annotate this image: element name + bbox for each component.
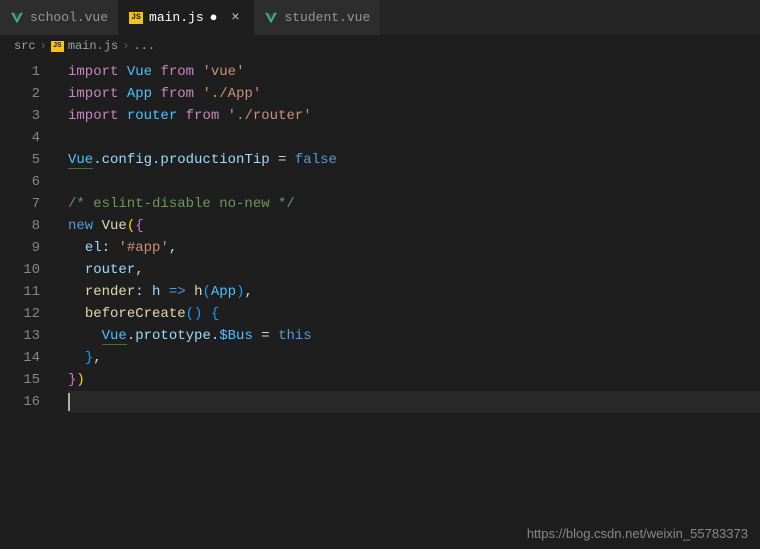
editor-area[interactable]: 1 2 3 4 5 6 7 8 9 10 11 12 13 14 15 16 i… <box>0 57 760 549</box>
line-number: 9 <box>0 237 58 259</box>
code-line: router, <box>68 259 760 281</box>
line-number-gutter: 1 2 3 4 5 6 7 8 9 10 11 12 13 14 15 16 <box>0 57 58 549</box>
close-icon[interactable]: × <box>227 10 243 26</box>
line-number: 1 <box>0 61 58 83</box>
vue-icon <box>264 11 278 25</box>
code-line <box>68 391 760 413</box>
chevron-right-icon: › <box>40 39 47 53</box>
line-number: 7 <box>0 193 58 215</box>
line-number: 2 <box>0 83 58 105</box>
js-icon: JS <box>129 12 143 24</box>
code-line: el: '#app', <box>68 237 760 259</box>
line-number: 14 <box>0 347 58 369</box>
code-line: /* eslint-disable no-new */ <box>68 193 760 215</box>
chevron-right-icon: › <box>122 39 129 53</box>
line-number: 8 <box>0 215 58 237</box>
breadcrumb-segment: main.js <box>68 39 118 53</box>
tab-label: main.js <box>149 10 204 25</box>
line-number: 10 <box>0 259 58 281</box>
code-line: }) <box>68 369 760 391</box>
line-number: 12 <box>0 303 58 325</box>
js-icon: JS <box>51 41 64 52</box>
code-line: Vue.config.productionTip = false <box>68 149 760 171</box>
line-number: 3 <box>0 105 58 127</box>
tab-student-vue[interactable]: student.vue <box>254 0 381 35</box>
tab-label: school.vue <box>30 10 108 25</box>
code-content[interactable]: import Vue from 'vue' import App from '.… <box>58 57 760 549</box>
code-line: import App from './App' <box>68 83 760 105</box>
line-number: 15 <box>0 369 58 391</box>
text-cursor <box>68 393 70 411</box>
code-line: }, <box>68 347 760 369</box>
line-number: 5 <box>0 149 58 171</box>
breadcrumb-segment: ... <box>133 39 155 53</box>
line-number: 11 <box>0 281 58 303</box>
breadcrumb[interactable]: src › JS main.js › ... <box>0 35 760 57</box>
code-line <box>68 127 760 149</box>
code-line: new Vue({ <box>68 215 760 237</box>
code-line: import Vue from 'vue' <box>68 61 760 83</box>
watermark: https://blog.csdn.net/weixin_55783373 <box>527 526 748 541</box>
line-number: 13 <box>0 325 58 347</box>
vue-icon <box>10 11 24 25</box>
line-number: 4 <box>0 127 58 149</box>
tab-school-vue[interactable]: school.vue <box>0 0 119 35</box>
code-line: beforeCreate() { <box>68 303 760 325</box>
breadcrumb-segment: src <box>14 39 36 53</box>
dirty-indicator: ● <box>210 10 218 25</box>
line-number: 16 <box>0 391 58 413</box>
tab-label: student.vue <box>284 10 370 25</box>
code-line: render: h => h(App), <box>68 281 760 303</box>
tab-bar: school.vue JS main.js ● × student.vue <box>0 0 760 35</box>
code-line: import router from './router' <box>68 105 760 127</box>
code-line <box>68 171 760 193</box>
code-line: Vue.prototype.$Bus = this <box>68 325 760 347</box>
tab-main-js[interactable]: JS main.js ● × <box>119 0 254 35</box>
line-number: 6 <box>0 171 58 193</box>
